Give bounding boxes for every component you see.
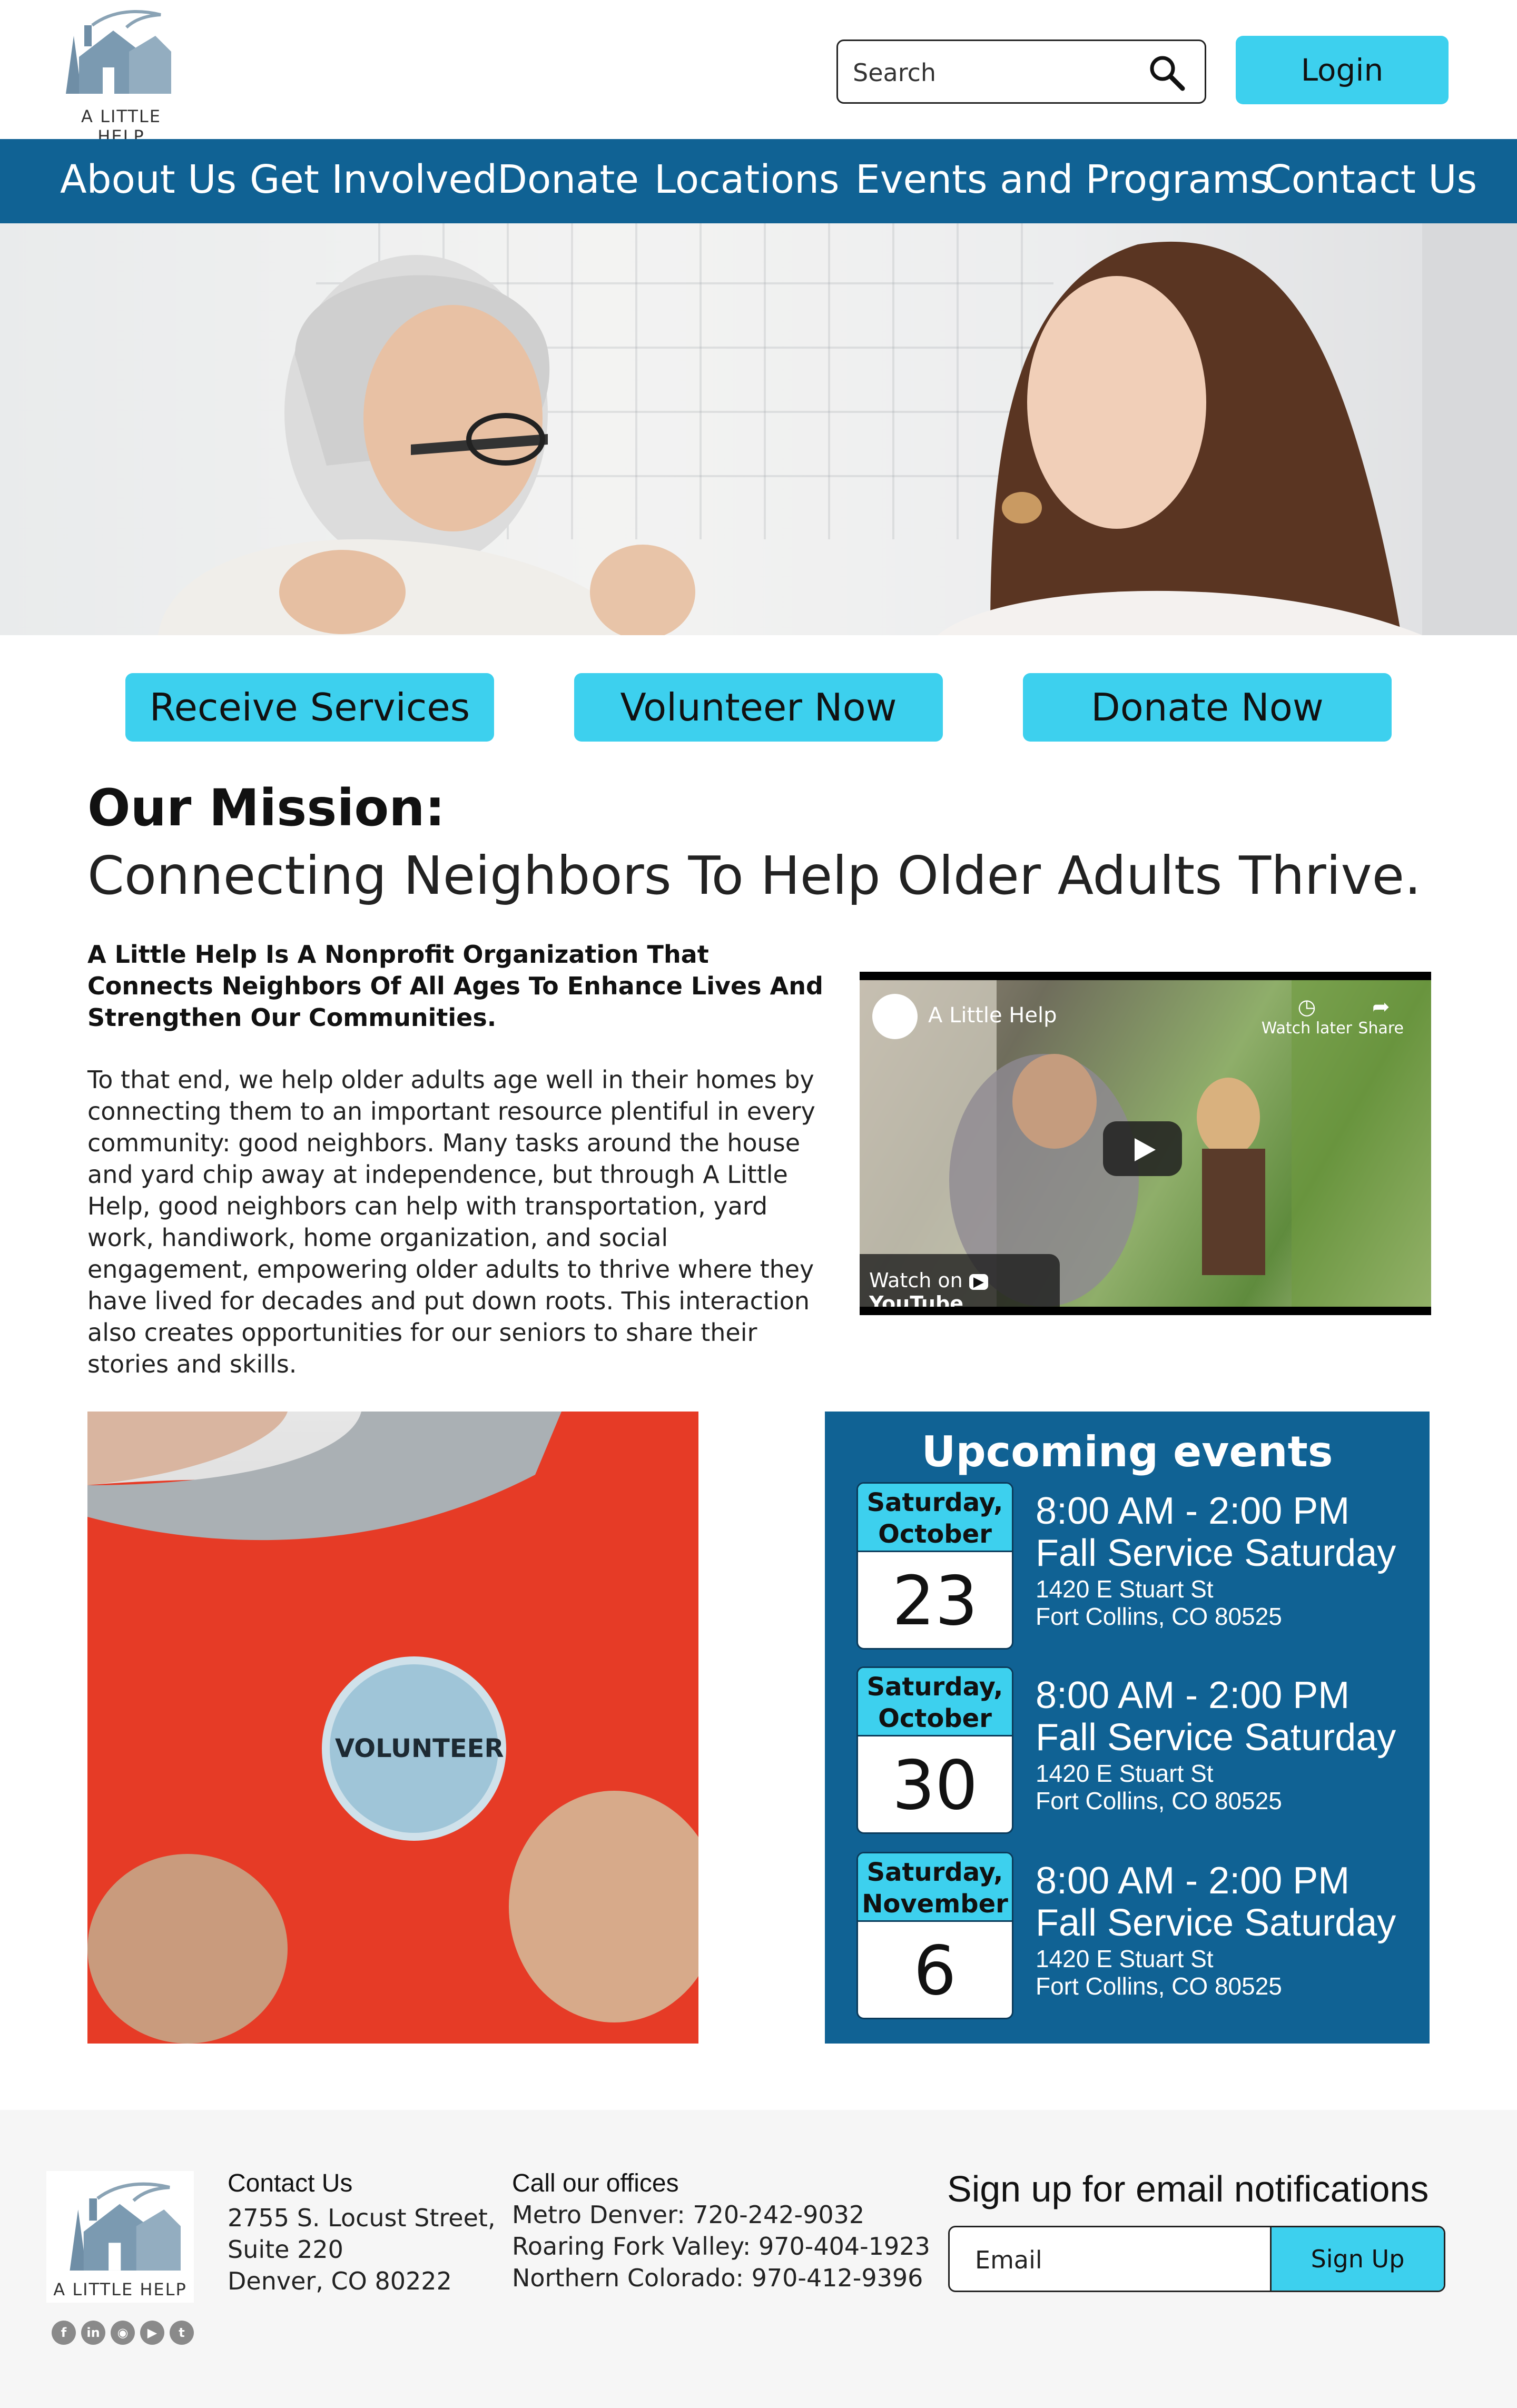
clock-icon: ◷	[1297, 995, 1316, 1019]
events-title: Upcoming events	[921, 1427, 1333, 1476]
event-name[interactable]: Fall Service Saturday	[1036, 1532, 1396, 1575]
share-button[interactable]: ➦ Share	[1358, 995, 1404, 1038]
youtube-icon[interactable]: ▶	[140, 2321, 164, 2345]
donate-now-button[interactable]: Donate Now	[1023, 673, 1392, 742]
event-month: October	[878, 1519, 992, 1549]
email-field[interactable]	[975, 2244, 1238, 2276]
event-time: 8:00 AM - 2:00 PM	[1036, 1860, 1350, 1902]
event-time: 8:00 AM - 2:00 PM	[1036, 1674, 1350, 1716]
footer-call-title: Call our offices	[512, 2169, 679, 2197]
volunteer-image: VOLUNTEER	[87, 1412, 698, 2044]
volunteer-illustration	[87, 1412, 698, 2044]
mission-lead: A Little Help Is A Nonprofit Organizatio…	[87, 940, 823, 1032]
instagram-icon[interactable]: ◉	[111, 2321, 135, 2345]
share-label: Share	[1358, 1019, 1404, 1038]
event-item[interactable]: Saturday, October 30 8:00 AM - 2:00 PM Fa…	[856, 1666, 1415, 1834]
facebook-icon[interactable]: f	[52, 2321, 76, 2345]
event-street: 1420 E Stuart St	[1036, 1760, 1214, 1787]
event-month: October	[878, 1704, 992, 1733]
event-date: Saturday, November 6	[856, 1852, 1013, 2019]
main-nav: About Us Get Involved Donate Locations E…	[0, 139, 1517, 223]
search-icon[interactable]	[1148, 54, 1186, 92]
event-name[interactable]: Fall Service Saturday	[1036, 1901, 1396, 1945]
watch-on-youtube-link[interactable]: Watch on ▶ YouTube	[860, 1254, 1060, 1307]
nav-item-about-us[interactable]: About Us	[60, 160, 237, 199]
youtube-logo-icon: ▶	[969, 1274, 988, 1290]
nav-item-donate[interactable]: Donate	[497, 160, 639, 199]
youtube-wordmark: YouTube	[869, 1292, 963, 1307]
event-street: 1420 E Stuart St	[1036, 1945, 1214, 1972]
search-input[interactable]	[853, 57, 1148, 88]
email-signup-title: Sign up for email notifications	[947, 2168, 1429, 2209]
event-street: 1420 E Stuart St	[1036, 1575, 1214, 1603]
nav-item-contact-us[interactable]: Contact Us	[1264, 160, 1477, 199]
footer-address-line: Denver, CO 80222	[228, 2267, 452, 2295]
page: A LITTLE HELP Login About Us Get Involve…	[0, 0, 1517, 2408]
watch-later-label: Watch later	[1261, 1019, 1352, 1038]
twitter-icon[interactable]: t	[170, 2321, 194, 2345]
volunteer-badge-text: VOLUNTEER	[335, 1734, 504, 1763]
search-box[interactable]	[836, 40, 1206, 104]
event-item[interactable]: Saturday, November 6 8:00 AM - 2:00 PM Fa…	[856, 1852, 1415, 2019]
watch-later-button[interactable]: ◷ Watch later	[1262, 995, 1352, 1038]
footer-phone-line[interactable]: Northern Colorado: 970-412-9396	[512, 2264, 923, 2292]
event-weekday: Saturday,	[866, 1858, 1003, 1887]
house-logo-icon	[66, 10, 171, 94]
watch-on-label: Watch on	[869, 1269, 963, 1292]
linkedin-icon[interactable]: in	[81, 2321, 105, 2345]
sign-up-button[interactable]: Sign Up	[1270, 2227, 1444, 2291]
event-date: Saturday, October 23	[856, 1482, 1013, 1650]
footer-phone-line[interactable]: Roaring Fork Valley: 970-404-1923	[512, 2232, 930, 2261]
login-button[interactable]: Login	[1236, 36, 1449, 104]
nav-item-events-and-programs[interactable]: Events and Programs	[855, 160, 1270, 199]
event-city: Fort Collins, CO 80525	[1036, 1787, 1282, 1814]
event-city: Fort Collins, CO 80525	[1036, 1972, 1282, 2000]
volunteer-now-button[interactable]: Volunteer Now	[574, 673, 943, 742]
mission-subtitle: Connecting Neighbors To Help Older Adult…	[87, 845, 1421, 906]
nav-item-locations[interactable]: Locations	[654, 160, 840, 199]
site-logo[interactable]: A LITTLE HELP	[55, 4, 187, 146]
play-button-icon[interactable]	[1103, 1121, 1182, 1176]
receive-services-button[interactable]: Receive Services	[125, 673, 494, 742]
nav-item-get-involved[interactable]: Get Involved	[250, 160, 497, 199]
event-item[interactable]: Saturday, October 23 8:00 AM - 2:00 PM Fa…	[856, 1482, 1415, 1650]
video-embed[interactable]: A Little Help ◷ Watch later ➦ Share Watc…	[860, 972, 1431, 1315]
event-weekday: Saturday,	[866, 1488, 1003, 1517]
video-thumbnail[interactable]: A Little Help ◷ Watch later ➦ Share Watc…	[860, 980, 1431, 1307]
event-month: November	[862, 1889, 1008, 1919]
footer-logo[interactable]: A LITTLE HELP	[46, 2171, 194, 2303]
video-title[interactable]: A Little Help	[928, 1003, 1057, 1028]
event-city: Fort Collins, CO 80525	[1036, 1603, 1282, 1630]
email-signup-form: Sign Up	[948, 2226, 1445, 2292]
site-footer: A LITTLE HELP f in ◉ ▶ t Contact Us 2755…	[0, 2110, 1517, 2408]
footer-address-line: 2755 S. Locust Street,	[228, 2204, 496, 2232]
footer-logo-text: A LITTLE HELP	[53, 2279, 187, 2300]
event-date: Saturday, October 30	[856, 1666, 1013, 1834]
hero-illustration	[158, 223, 1517, 635]
event-day: 6	[913, 1932, 957, 2010]
channel-avatar[interactable]	[872, 994, 918, 1039]
mission-body: To that end, we help older adults age we…	[87, 1065, 815, 1378]
social-links: f in ◉ ▶ t	[52, 2321, 194, 2345]
share-icon: ➦	[1372, 995, 1390, 1019]
upcoming-events-panel: Upcoming events Saturday, October 23 8:00…	[825, 1412, 1430, 2044]
event-day: 30	[892, 1746, 978, 1825]
house-logo-icon	[70, 2182, 181, 2271]
footer-address-line: Suite 220	[228, 2235, 343, 2264]
event-name[interactable]: Fall Service Saturday	[1036, 1716, 1396, 1759]
event-time: 8:00 AM - 2:00 PM	[1036, 1490, 1350, 1532]
hero-image	[0, 223, 1517, 635]
event-weekday: Saturday,	[866, 1672, 1003, 1702]
footer-phone-line[interactable]: Metro Denver: 720-242-9032	[512, 2200, 864, 2229]
mission-title: Our Mission:	[87, 778, 446, 837]
footer-contact-title: Contact Us	[228, 2169, 353, 2197]
event-day: 23	[892, 1562, 978, 1641]
